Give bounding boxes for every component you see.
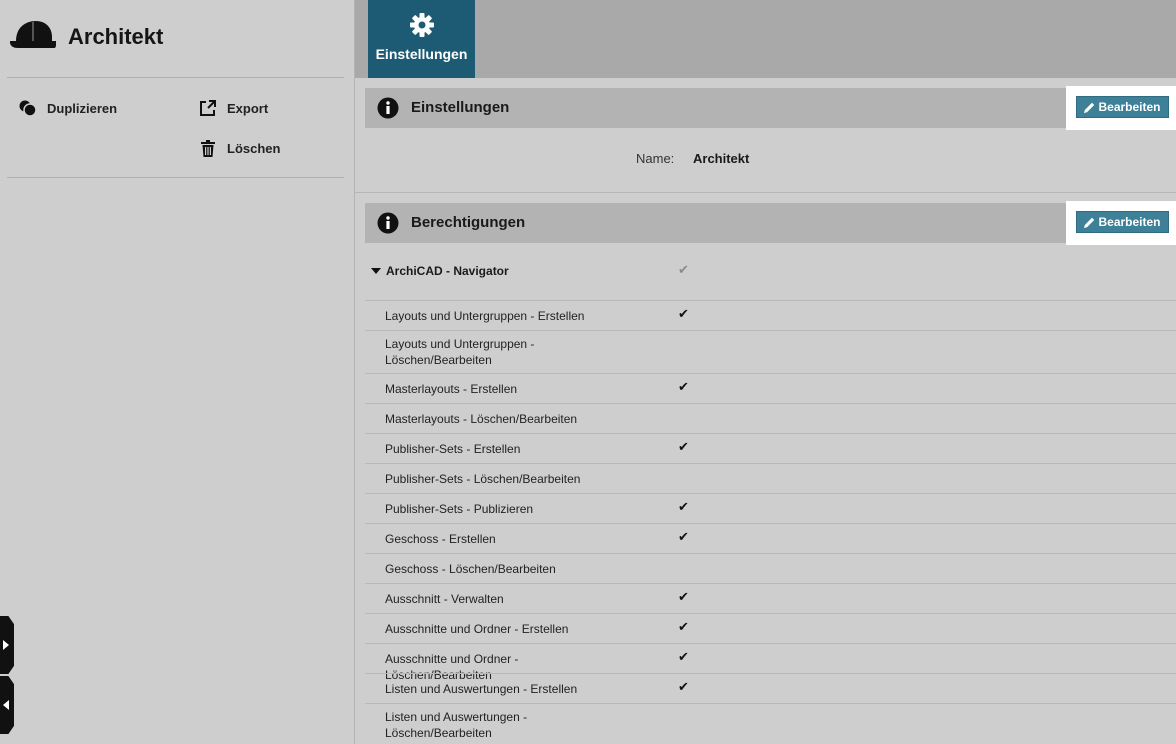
info-icon (377, 97, 399, 119)
permission-label: Geschoss - Löschen/Bearbeiten (385, 562, 556, 576)
expand-panel-tab[interactable] (0, 616, 14, 674)
permission-row: Publisher-Sets - Löschen/Bearbeiten (365, 463, 1176, 493)
tab-bar: Einstellungen (355, 0, 1176, 78)
gear-icon (409, 13, 434, 37)
delete-label: Löschen (227, 140, 281, 156)
permission-label: Listen und Auswertungen - Erstellen (385, 682, 578, 696)
sidebar-header: Architekt (0, 0, 354, 78)
settings-section-header: Einstellungen Bearbeiten (365, 86, 1176, 130)
permission-row: Masterlayouts - Löschen/Bearbeiten (365, 403, 1176, 433)
permission-label: Layouts und Untergruppen - Erstellen (385, 309, 585, 323)
chevron-right-icon (3, 640, 9, 650)
permission-row: Publisher-Sets - Erstellen ✔ (365, 433, 1176, 463)
checkmark-icon: ✔ (678, 679, 689, 694)
permission-list: Layouts und Untergruppen - Erstellen ✔ Lay… (365, 300, 1176, 744)
permission-row: Masterlayouts - Erstellen ✔ (365, 373, 1176, 403)
name-label: Name: (636, 151, 675, 166)
hard-hat-icon (10, 21, 56, 48)
content-area: Einstellungen Bearbeiten Name: Architekt (355, 78, 1176, 744)
name-row: Name: Architekt (355, 151, 1176, 171)
permission-row: Layouts und Untergruppen - Löschen/Bearb… (365, 330, 1176, 373)
permission-row: Publisher-Sets - Publizieren ✔ (365, 493, 1176, 523)
permission-group-toggle[interactable]: ArchiCAD - Navigator (371, 264, 509, 278)
edit-permissions-button[interactable]: Bearbeiten (1076, 211, 1169, 233)
checkmark-icon: ✔ (678, 499, 689, 514)
permission-row: Ausschnitte und Ordner - Erstellen ✔ (365, 613, 1176, 643)
permission-row: Layouts und Untergruppen - Erstellen ✔ (365, 300, 1176, 330)
caret-down-icon (371, 268, 381, 274)
tab-settings[interactable]: Einstellungen (368, 0, 475, 78)
checkmark-icon: ✔ (678, 589, 689, 604)
export-icon (197, 98, 219, 118)
checkmark-icon: ✔ (678, 619, 689, 634)
permissions-edit-wrap: Bearbeiten (1066, 201, 1176, 245)
duplicate-button[interactable]: Duplizieren (17, 98, 117, 118)
permission-label: Geschoss - Erstellen (385, 532, 496, 546)
permission-row: Geschoss - Löschen/Bearbeiten (365, 553, 1176, 583)
edit-settings-button[interactable]: Bearbeiten (1076, 96, 1169, 118)
permissions-section-header: Berechtigungen Bearbeiten (365, 201, 1176, 245)
permission-row: Geschoss - Erstellen ✔ (365, 523, 1176, 553)
permission-row: Listen und Auswertungen - Löschen/Bearbe… (365, 703, 1176, 744)
checkmark-icon: ✔ (678, 529, 689, 544)
permission-label: Masterlayouts - Löschen/Bearbeiten (385, 412, 578, 426)
name-value: Architekt (693, 151, 750, 166)
sidebar: Architekt Duplizieren Export Löschen (0, 0, 355, 744)
permission-row: Ausschnitt - Verwalten ✔ (365, 583, 1176, 613)
delete-button[interactable]: Löschen (197, 138, 280, 158)
duplicate-icon (17, 98, 39, 118)
export-button[interactable]: Export (197, 98, 268, 118)
permission-label: Publisher-Sets - Löschen/Bearbeiten (385, 472, 581, 486)
collapse-panel-tab[interactable] (0, 676, 14, 734)
pencil-icon (1084, 217, 1095, 228)
checkmark-icon: ✔ (678, 306, 689, 321)
export-label: Export (227, 100, 269, 116)
pencil-icon (1084, 102, 1095, 113)
edit-settings-label: Bearbeiten (1098, 100, 1161, 114)
settings-edit-wrap: Bearbeiten (1066, 86, 1176, 130)
trash-icon (197, 138, 219, 158)
permission-label: Publisher-Sets - Erstellen (385, 442, 521, 456)
permissions-title: Berechtigungen (411, 214, 526, 231)
duplicate-label: Duplizieren (47, 100, 118, 116)
info-icon (377, 212, 399, 234)
permission-label: Publisher-Sets - Publizieren (385, 502, 534, 516)
sidebar-divider (7, 77, 344, 78)
permission-group-label: ArchiCAD - Navigator (386, 264, 509, 278)
permission-label: Ausschnitt - Verwalten (385, 592, 504, 606)
permission-label: Layouts und Untergruppen - Löschen/Bearb… (385, 337, 535, 367)
tab-settings-label: Einstellungen (375, 46, 468, 62)
role-title: Architekt (68, 24, 164, 49)
permission-label: Masterlayouts - Erstellen (385, 382, 518, 396)
permission-row: Listen und Auswertungen - Erstellen ✔ (365, 673, 1176, 703)
settings-title: Einstellungen (411, 99, 510, 116)
sidebar-divider (7, 177, 344, 178)
main-panel: Einstellungen Einstellungen Bearbeiten N… (355, 0, 1176, 744)
permission-label: Listen und Auswertungen - Löschen/Bearbe… (385, 710, 528, 740)
permission-label: Ausschnitte und Ordner - Erstellen (385, 622, 569, 636)
chevron-left-icon (3, 700, 9, 710)
checkmark-icon: ✔ (678, 262, 689, 277)
checkmark-icon: ✔ (678, 439, 689, 454)
section-divider (355, 192, 1176, 193)
edit-permissions-label: Bearbeiten (1098, 215, 1161, 229)
checkmark-icon: ✔ (678, 379, 689, 394)
checkmark-icon: ✔ (678, 649, 689, 664)
permission-row: Ausschnitte und Ordner - Löschen/Bearbei… (365, 643, 1176, 682)
